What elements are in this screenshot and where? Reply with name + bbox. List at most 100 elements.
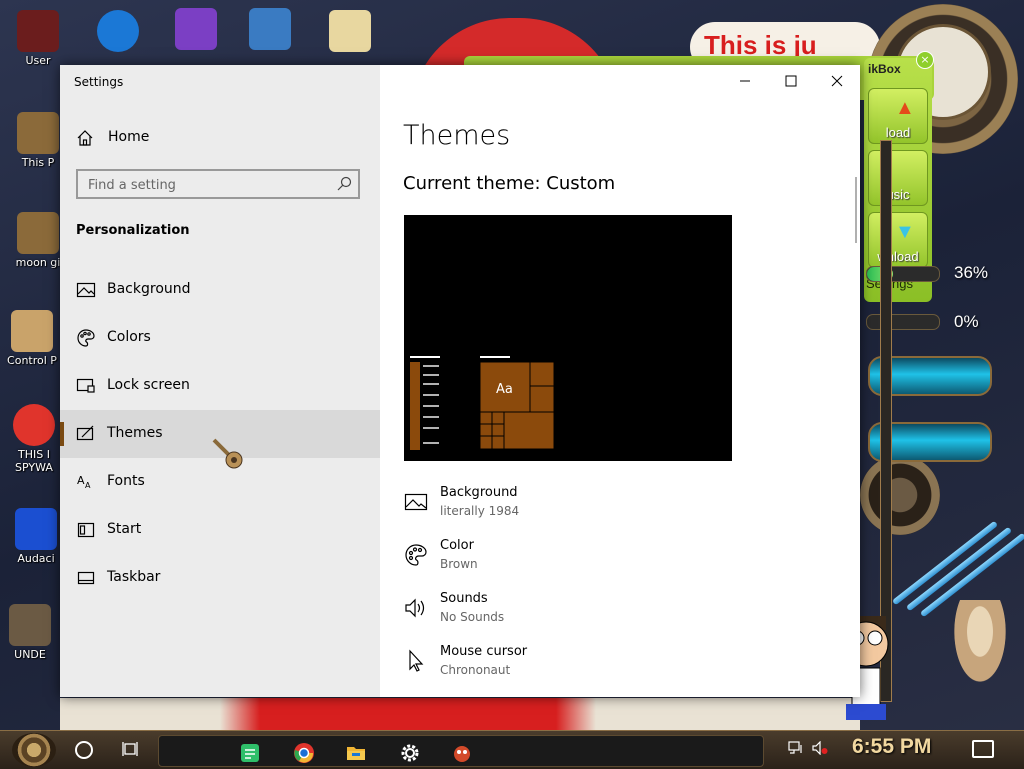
down-arrow-icon: ▼ bbox=[895, 221, 915, 243]
nav-home[interactable]: Home bbox=[60, 123, 380, 155]
taskbar-clock[interactable]: 6:55 PM bbox=[852, 735, 931, 759]
search-box[interactable] bbox=[76, 169, 360, 199]
sticky-notes-icon[interactable] bbox=[239, 742, 261, 764]
settings-sidebar: Settings Home Personalization Background bbox=[60, 65, 380, 697]
desktop-icon-user[interactable]: User bbox=[8, 10, 68, 67]
widget-close-icon[interactable]: × bbox=[916, 51, 934, 69]
svg-text:A: A bbox=[85, 481, 91, 490]
start-button[interactable] bbox=[12, 733, 56, 767]
theme-preview: Aa bbox=[404, 215, 732, 461]
widget-title: ikBox bbox=[868, 62, 901, 76]
network-icon[interactable] bbox=[788, 741, 804, 755]
search-input[interactable] bbox=[86, 175, 330, 195]
home-icon bbox=[77, 130, 93, 146]
palette-icon bbox=[77, 329, 95, 347]
hamster-figure bbox=[950, 600, 1010, 690]
desktop-icon-label: UNDE bbox=[14, 648, 46, 661]
gear-icon bbox=[860, 455, 940, 535]
desktop-icon-label: Audaci bbox=[17, 552, 55, 565]
desktop-icon-moon[interactable]: moon gi bbox=[8, 212, 68, 269]
nav-item-label: Themes bbox=[107, 425, 163, 441]
desktop-icon-under[interactable]: UNDE bbox=[0, 604, 60, 661]
nav-item-label: Start bbox=[107, 521, 142, 537]
desktop-icon-virtualbox[interactable] bbox=[240, 8, 300, 52]
nav-item-start[interactable]: Start bbox=[60, 506, 380, 554]
nav-home-label: Home bbox=[108, 129, 150, 145]
settings-content: Themes Current theme: Custom Aa Backgrou… bbox=[380, 65, 860, 697]
search-icon bbox=[337, 176, 352, 191]
desktop-icon-label: Control P bbox=[7, 354, 57, 367]
theme-prop-mouse-cursor[interactable]: Mouse cursor Chrononaut bbox=[404, 644, 824, 692]
cortana-icon[interactable] bbox=[75, 741, 93, 759]
nav-item-background[interactable]: Background bbox=[60, 266, 380, 314]
nav-item-taskbar[interactable]: Taskbar bbox=[60, 554, 380, 602]
steampunk-cursor-icon bbox=[212, 438, 243, 469]
brush-icon bbox=[76, 425, 94, 441]
theme-prop-color[interactable]: Color Brown bbox=[404, 538, 824, 586]
progress-bar-1 bbox=[866, 266, 940, 282]
nav-item-colors[interactable]: Colors bbox=[60, 314, 380, 362]
progress-percent-1: 36% bbox=[954, 263, 989, 282]
lightbulb-icon bbox=[11, 310, 53, 352]
page-title: Themes bbox=[403, 120, 511, 151]
desktop-icon-edge[interactable] bbox=[88, 10, 148, 54]
nav-item-label: Fonts bbox=[107, 473, 145, 489]
gear-icon bbox=[9, 604, 51, 646]
file-explorer-icon[interactable] bbox=[345, 742, 367, 764]
prop-value: No Sounds bbox=[440, 610, 505, 624]
volume-muted-icon[interactable] bbox=[812, 741, 828, 755]
nav-item-label: Lock screen bbox=[107, 377, 190, 393]
prop-value: Chrononaut bbox=[440, 663, 511, 677]
speaker-icon bbox=[405, 598, 425, 618]
section-title: Personalization bbox=[76, 223, 190, 238]
moon-gif-icon bbox=[17, 212, 59, 254]
nav-item-label: Taskbar bbox=[107, 569, 161, 585]
picture-icon bbox=[404, 493, 428, 511]
desktop-icon-control-panel[interactable]: Control P bbox=[2, 310, 62, 367]
maximize-icon bbox=[785, 75, 797, 87]
settings-window: Settings Home Personalization Background bbox=[60, 65, 860, 697]
virtualbox-icon bbox=[249, 8, 291, 50]
scrollbar[interactable] bbox=[855, 177, 857, 243]
widget-music-button[interactable]: usic bbox=[868, 150, 928, 206]
picture-icon bbox=[76, 282, 96, 298]
notification-icon[interactable] bbox=[972, 740, 994, 758]
user-folder-icon bbox=[17, 10, 59, 52]
widget-button-label: load bbox=[885, 125, 911, 140]
desktop-icon-label: moon gi bbox=[15, 256, 61, 269]
desktop-icon-spyware[interactable]: THIS I SPYWA bbox=[4, 404, 64, 474]
fox-app-icon[interactable] bbox=[451, 742, 473, 764]
blue-pipe bbox=[905, 526, 1013, 612]
minimize-icon bbox=[740, 80, 750, 82]
prop-name: Color bbox=[440, 538, 474, 553]
prop-value: Brown bbox=[440, 557, 478, 571]
desktop-icon-label: This P bbox=[21, 156, 55, 169]
taskbar-icon bbox=[77, 571, 95, 585]
audacity-icon bbox=[15, 508, 57, 550]
up-arrow-icon: ▲ bbox=[895, 97, 915, 119]
minimize-button[interactable] bbox=[722, 65, 768, 97]
desktop-icon-hxd[interactable] bbox=[320, 10, 380, 54]
desktop-icon-visual-studio[interactable] bbox=[166, 8, 226, 52]
maximize-button[interactable] bbox=[768, 65, 814, 97]
close-button[interactable] bbox=[814, 65, 860, 97]
widget-load-button[interactable]: ▲ load bbox=[868, 88, 928, 144]
progress-bar-2 bbox=[866, 314, 940, 330]
desktop-icon-audacity[interactable]: Audaci bbox=[6, 508, 66, 565]
chrome-icon bbox=[13, 404, 55, 446]
prop-name: Mouse cursor bbox=[440, 644, 528, 659]
progress-percent-2: 0% bbox=[954, 312, 979, 331]
task-view-icon[interactable] bbox=[122, 741, 138, 757]
window-title: Settings bbox=[74, 75, 124, 89]
start-icon bbox=[77, 522, 95, 538]
close-icon bbox=[831, 75, 843, 87]
desktop-icon-this-pc[interactable]: This P bbox=[8, 112, 68, 169]
theme-prop-background[interactable]: Background literally 1984 bbox=[404, 485, 824, 533]
nav-item-label: Colors bbox=[107, 329, 151, 345]
settings-gear-icon[interactable] bbox=[399, 742, 421, 764]
svg-text:A: A bbox=[77, 474, 85, 487]
chrome-icon[interactable] bbox=[293, 742, 315, 764]
nav-item-lock-screen[interactable]: Lock screen bbox=[60, 362, 380, 410]
theme-prop-sounds[interactable]: Sounds No Sounds bbox=[404, 591, 824, 639]
widget-download-button[interactable]: ▼ wnload bbox=[868, 212, 928, 268]
